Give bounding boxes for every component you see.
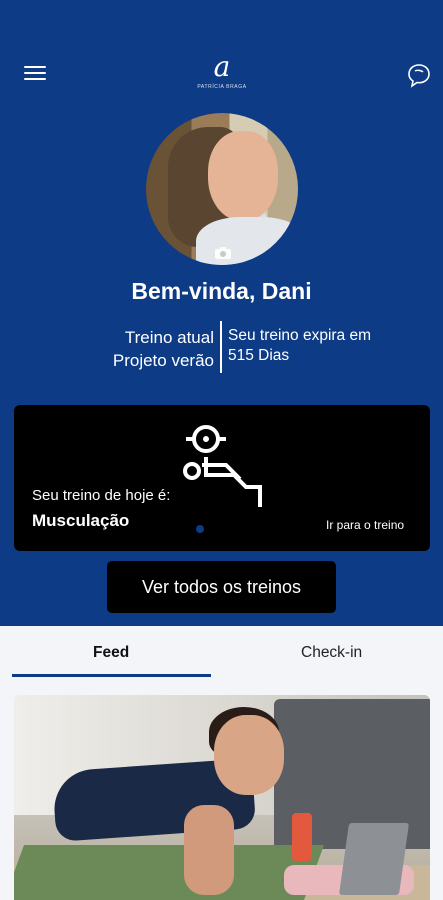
tab-check-in[interactable]: Check-in	[301, 644, 362, 662]
view-all-trainings-button[interactable]: Ver todos os treinos	[107, 561, 336, 613]
active-tab-indicator	[12, 674, 211, 677]
training-expiry: Seu treino expira em 515 Dias	[228, 326, 428, 366]
today-label: Seu treino de hoje é:	[32, 487, 171, 504]
tab-feed[interactable]: Feed	[93, 644, 129, 662]
today-training-card[interactable]: Seu treino de hoje é: Musculação Ir para…	[14, 405, 430, 551]
current-training: Treino atual Projeto verão	[86, 326, 214, 372]
bench-press-icon	[180, 421, 264, 507]
today-title: Musculação	[32, 511, 130, 530]
current-training-value: Projeto verão	[112, 351, 214, 370]
logo-subtitle: PATRÍCIA BRAGA	[197, 84, 247, 90]
tab-bar: Feed Check-in	[0, 626, 443, 680]
expiry-label: Seu treino expira em	[228, 327, 372, 344]
expiry-value: 515 Dias	[228, 347, 290, 364]
info-divider	[220, 321, 222, 373]
logo-mark: a	[213, 50, 231, 83]
brand-logo: a PATRÍCIA BRAGA	[190, 50, 254, 91]
hamburger-menu-icon[interactable]	[24, 66, 48, 84]
header-panel: a PATRÍCIA BRAGA Bem-vinda, Dani Treino …	[0, 0, 443, 626]
chat-bubble-icon[interactable]	[406, 62, 432, 88]
carousel-indicator	[196, 525, 204, 533]
feed-post-image[interactable]	[14, 695, 430, 900]
avatar[interactable]	[146, 113, 298, 265]
current-training-label: Treino atual	[124, 328, 214, 347]
go-to-training-link[interactable]: Ir para o treino	[326, 518, 404, 532]
welcome-heading: Bem-vinda, Dani	[131, 278, 312, 304]
camera-icon[interactable]	[214, 246, 232, 260]
